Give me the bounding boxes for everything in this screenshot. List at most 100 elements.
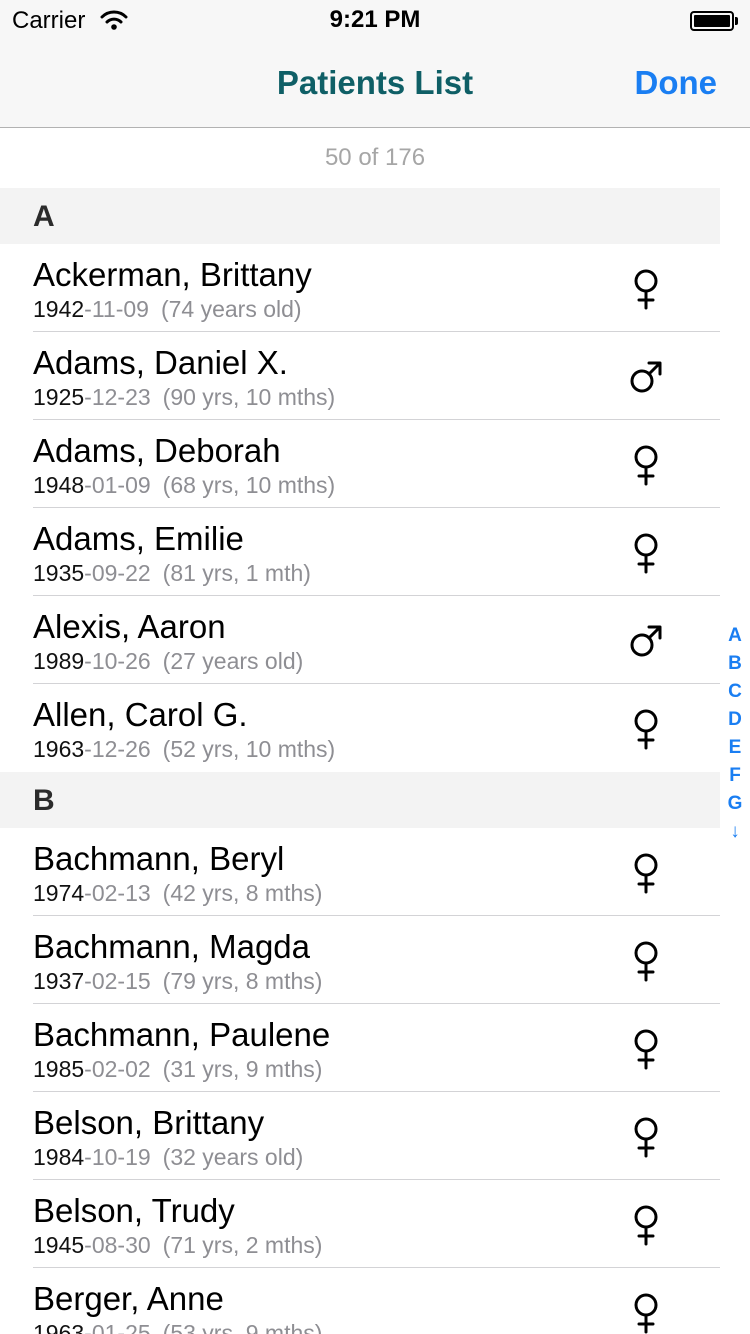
patient-birthdate: 1963-12-26 (52 yrs, 10 mths) (33, 736, 335, 763)
birth-year: 1985 (33, 1056, 85, 1082)
birth-month-day: -01-25 (84, 1320, 151, 1334)
female-symbol-icon (634, 445, 658, 486)
birth-year: 1984 (33, 1144, 85, 1170)
patient-age: (31 yrs, 9 mths) (162, 1056, 323, 1082)
patient-birthdate: 1974-02-13 (42 yrs, 8 mths) (33, 880, 322, 907)
patient-age: (27 years old) (162, 648, 304, 674)
patient-name: Allen, Carol G. (33, 696, 248, 733)
patient-name: Bachmann, Paulene (33, 1016, 331, 1053)
patient-age: (71 yrs, 2 mths) (162, 1232, 323, 1258)
section-index[interactable]: A B C D E F G ↓ (722, 622, 748, 846)
birth-month-day: -02-02 (84, 1056, 151, 1082)
patient-birthdate: 1945-08-30 (71 yrs, 2 mths) (33, 1232, 322, 1259)
patient-name: Alexis, Aaron (33, 608, 226, 645)
female-symbol-icon (634, 941, 658, 982)
male-symbol-icon (630, 361, 662, 393)
female-symbol-icon (634, 533, 658, 574)
patient-name: Adams, Emilie (33, 520, 244, 557)
index-down-arrow[interactable]: ↓ (722, 818, 748, 846)
patient-row[interactable]: Bachmann, Beryl 1974-02-13 (42 yrs, 8 mths… (0, 828, 720, 916)
patient-row[interactable]: Belson, Trudy 1945-08-30 (71 yrs, 2 mths) (0, 1180, 720, 1268)
patient-row[interactable]: Adams, Emilie 1935-09-22 (81 yrs, 1 mth) (0, 508, 720, 596)
birth-month-day: -09-22 (84, 560, 151, 586)
birth-year: 1989 (33, 648, 85, 674)
index-letter-d[interactable]: D (722, 706, 748, 734)
patient-birthdate: 1963-01-25 (53 yrs, 9 mths) (33, 1320, 322, 1334)
section-header: A (0, 188, 720, 244)
patient-birthdate: 1925-12-23 (90 yrs, 10 mths) (33, 384, 335, 411)
index-letter-a[interactable]: A (722, 622, 748, 650)
birth-month-day: -10-19 (84, 1144, 151, 1170)
patient-row[interactable]: Bachmann, Magda 1937-02-15 (79 yrs, 8 mths… (0, 916, 720, 1004)
patient-age: (79 yrs, 8 mths) (162, 968, 323, 994)
patient-birthdate: 1984-10-19 (32 years old) (33, 1144, 303, 1171)
index-letter-f[interactable]: F (722, 762, 748, 790)
female-symbol-icon (634, 1029, 658, 1070)
birth-year: 1935 (33, 560, 85, 586)
patient-row[interactable]: Adams, Daniel X. 1925-12-23 (90 yrs, 10 mt… (0, 332, 720, 420)
patient-birthdate: 1948-01-09 (68 yrs, 10 mths) (33, 472, 335, 499)
patient-name: Belson, Trudy (33, 1192, 235, 1229)
female-symbol-icon (634, 1117, 658, 1158)
patient-age: (81 yrs, 1 mth) (162, 560, 311, 586)
patient-name: Bachmann, Magda (33, 928, 311, 965)
battery-icon (690, 11, 738, 31)
patient-birthdate: 1989-10-26 (27 years old) (33, 648, 303, 675)
patient-list[interactable]: A Ackerman, Brittany 1942-11-09 (74 years o… (0, 188, 720, 1334)
patient-row[interactable]: Alexis, Aaron 1989-10-26 (27 years old) (0, 596, 720, 684)
patient-row[interactable]: Adams, Deborah 1948-01-09 (68 yrs, 10 mths… (0, 420, 720, 508)
patient-row[interactable]: Allen, Carol G. 1963-12-26 (52 yrs, 10 mth… (0, 684, 720, 772)
patient-row[interactable]: Ackerman, Brittany 1942-11-09 (74 years ol… (0, 244, 720, 332)
index-letter-b[interactable]: B (722, 650, 748, 678)
female-symbol-icon (634, 1205, 658, 1246)
patient-age: (32 years old) (162, 1144, 304, 1170)
patient-birthdate: 1985-02-02 (31 yrs, 9 mths) (33, 1056, 322, 1083)
patient-name: Berger, Anne (33, 1280, 224, 1317)
birth-year: 1963 (33, 736, 85, 762)
male-symbol-icon (630, 625, 662, 657)
index-letter-c[interactable]: C (722, 678, 748, 706)
done-button[interactable]: Done (635, 64, 718, 102)
patient-age: (53 yrs, 9 mths) (162, 1320, 323, 1334)
female-symbol-icon (634, 709, 658, 750)
patient-name: Ackerman, Brittany (33, 256, 312, 293)
navigation-bar: Patients List Done (0, 40, 750, 128)
index-letter-e[interactable]: E (722, 734, 748, 762)
patient-row[interactable]: Bachmann, Paulene 1985-02-02 (31 yrs, 9 mt… (0, 1004, 720, 1092)
birth-year: 1945 (33, 1232, 85, 1258)
birth-year: 1925 (33, 384, 85, 410)
patient-count: 50 of 176 (324, 144, 426, 171)
female-symbol-icon (634, 853, 658, 894)
female-symbol-icon (634, 1293, 658, 1334)
patient-name: Belson, Brittany (33, 1104, 265, 1141)
birth-month-day: -10-26 (84, 648, 151, 674)
section-header: B (0, 772, 720, 828)
patient-age: (52 yrs, 10 mths) (162, 736, 336, 762)
patient-age: (90 yrs, 10 mths) (162, 384, 336, 410)
patient-name: Adams, Deborah (33, 432, 281, 469)
patient-row[interactable]: Berger, Anne 1963-01-25 (53 yrs, 9 mths) (0, 1268, 720, 1334)
birth-year: 1963 (33, 1320, 85, 1334)
patient-birthdate: 1937-02-15 (79 yrs, 8 mths) (33, 968, 322, 995)
female-symbol-icon (634, 269, 658, 310)
patient-name: Bachmann, Beryl (33, 840, 285, 877)
birth-month-day: -12-23 (84, 384, 151, 410)
patient-birthdate: 1935-09-22 (81 yrs, 1 mth) (33, 560, 311, 587)
patient-row[interactable]: Belson, Brittany 1984-10-19 (32 years old) (0, 1092, 720, 1180)
birth-month-day: -11-09 (84, 296, 149, 322)
index-letter-g[interactable]: G (722, 790, 748, 818)
patient-birthdate: 1942-11-09 (74 years old) (33, 296, 302, 323)
birth-month-day: -12-26 (84, 736, 151, 762)
clock: 9:21 PM (329, 6, 421, 33)
birth-year: 1942 (33, 296, 85, 322)
patient-name: Adams, Daniel X. (33, 344, 288, 381)
status-bar: Carrier 9:21 PM (0, 0, 750, 40)
patient-age: (42 yrs, 8 mths) (162, 880, 323, 906)
patient-age: (68 yrs, 10 mths) (162, 472, 336, 498)
birth-month-day: -02-15 (84, 968, 151, 994)
birth-month-day: -08-30 (84, 1232, 151, 1258)
birth-month-day: -02-13 (84, 880, 151, 906)
birth-year: 1948 (33, 472, 85, 498)
birth-year: 1937 (33, 968, 85, 994)
birth-month-day: -01-09 (84, 472, 151, 498)
